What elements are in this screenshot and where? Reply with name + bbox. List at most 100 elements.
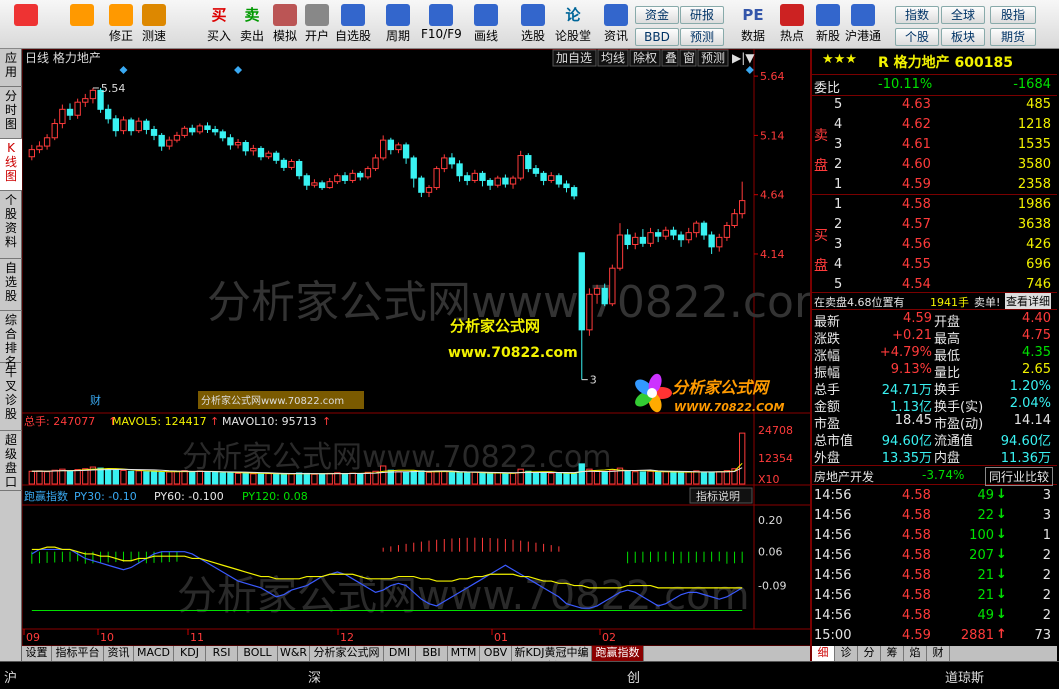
ask-row[interactable]: 2 4.60 3580 <box>812 155 1057 175</box>
volume-bar <box>464 472 471 485</box>
indicator-tab-1[interactable]: 指标平台 <box>52 646 104 661</box>
side-tab-1[interactable]: 分时图 <box>0 87 22 139</box>
quick-button-6[interactable]: 预测 <box>680 28 724 46</box>
indicator-tab-10[interactable]: BBI <box>416 646 448 661</box>
ask-row[interactable]: 3 4.61 1535 <box>812 135 1057 155</box>
stat-row: 市盈 18.45 市盈(动) 14.14 <box>812 413 1057 432</box>
indicator-tab-3[interactable]: MACD <box>134 646 174 661</box>
finance-mark[interactable]: 财 <box>90 393 101 407</box>
quick-button-2[interactable]: 指数 <box>895 6 939 24</box>
volume-bar <box>670 471 677 485</box>
quick-button-8[interactable]: 板块 <box>941 28 985 46</box>
ind-legend-py60: PY60: -0.100 <box>154 490 224 503</box>
toolbar-button-9[interactable]: 周期 <box>378 2 418 47</box>
indicator-tab-9[interactable]: DMI <box>384 646 416 661</box>
toolbar-label: 周期 <box>385 29 410 43</box>
status-sh[interactable]: 沪 <box>4 667 17 686</box>
quick-button-4[interactable]: 股指 <box>990 6 1036 24</box>
tick-count: 3 <box>1042 508 1051 523</box>
toolbar-label: 数据 <box>740 29 765 43</box>
quick-button-7[interactable]: 个股 <box>895 28 939 46</box>
volume-bar <box>150 470 158 485</box>
toolbar-button-10[interactable]: F10/F9 <box>421 2 462 47</box>
toolbar-button-1[interactable] <box>60 2 104 47</box>
toolbar-label: 选股 <box>520 29 545 43</box>
toolbar-button-14[interactable]: 资讯 <box>596 2 636 47</box>
indicator-tab-13[interactable]: 新KDJ黄冠中编制 <box>512 646 592 673</box>
side-tab-2[interactable]: K线图 <box>0 139 22 191</box>
compare-button[interactable]: 同行业比较 <box>984 467 1053 486</box>
right-tab-0[interactable]: 细 <box>812 646 835 661</box>
side-tab-3[interactable]: 个股资料 <box>0 191 22 259</box>
toolbar-button-12[interactable]: 选股 <box>513 2 553 47</box>
logo-text: 分析家公式网 <box>672 378 771 397</box>
volume-bar <box>685 471 692 485</box>
status-sz[interactable]: 深 <box>308 667 321 686</box>
quick-button-0[interactable]: 资金 <box>635 6 679 24</box>
toolbar-button-11[interactable]: 画线 <box>466 2 506 47</box>
new-stock-icon <box>816 4 840 26</box>
volume-bar <box>105 468 112 485</box>
right-tab-4[interactable]: 焰 <box>904 646 927 661</box>
kline-chart-area[interactable]: 5.64 5.14 4.64 4.14 日线 格力地产 加自选 均线 除权叠窗预测 ▶|▼ 分析家… <box>21 48 837 647</box>
side-tab-5[interactable]: 综合排名 <box>0 311 22 369</box>
toolbar-label: 新股 <box>815 29 840 43</box>
toolbar-button-17[interactable]: 新股 <box>808 2 848 47</box>
bid-volume: 1986 <box>1017 197 1051 212</box>
indicator-tab-7[interactable]: W&R <box>278 646 310 661</box>
status-cy[interactable]: 创 <box>627 667 640 686</box>
weibi-label: 委比 <box>814 81 841 96</box>
stock-label: 日线 格力地产 <box>25 50 101 65</box>
volume-bar <box>196 470 204 485</box>
chart-svg[interactable]: 5.64 5.14 4.64 4.14 日线 格力地产 加自选 均线 除权叠窗预测 ▶|▼ 分析家… <box>21 48 837 647</box>
quick-button-9[interactable]: 期货 <box>990 28 1036 46</box>
right-tab-5[interactable]: 财 <box>927 646 950 661</box>
indicator-tab-14[interactable]: 跑赢指数 <box>592 646 644 661</box>
low-mark: 3 <box>590 374 597 387</box>
toolbar-button-7[interactable]: 开户 <box>297 2 337 47</box>
ask-row[interactable]: 5 4.63 485 <box>812 95 1057 115</box>
volume-bar <box>570 473 578 485</box>
small-link[interactable]: 分析家公式网www.70822.com <box>201 394 344 407</box>
right-tab-2[interactable]: 分 <box>858 646 881 661</box>
quick-button-3[interactable]: 全球 <box>941 6 985 24</box>
side-tab-4[interactable]: 自选股 <box>0 259 22 311</box>
order-detail-button[interactable]: 查看详细 <box>1005 293 1051 309</box>
indicator-tab-2[interactable]: 资讯 <box>104 646 134 661</box>
bid-row[interactable]: 1 4.58 1986 <box>812 195 1057 215</box>
right-tab-1[interactable]: 诊 <box>835 646 858 661</box>
right-tab-3[interactable]: 筹 <box>881 646 904 661</box>
ask-row[interactable]: 4 4.62 1218 <box>812 115 1057 135</box>
toolbar-button-8[interactable]: 自选股 <box>333 2 373 47</box>
arrow-menu-icon[interactable]: ▶|▼ <box>732 51 755 65</box>
bid-row[interactable]: 4 4.55 696 <box>812 255 1057 275</box>
indicator-tab-5[interactable]: RSI <box>206 646 238 661</box>
bid-row[interactable]: 3 4.56 426 <box>812 235 1057 255</box>
bid-level: 5 <box>834 277 843 292</box>
toolbar-button-18[interactable]: 沪港通 <box>843 2 883 47</box>
toolbar-button-13[interactable]: 论论股堂 <box>553 2 593 47</box>
toolbar-button-15[interactable]: PE 数据 <box>733 2 773 47</box>
quick-button-1[interactable]: 研报 <box>680 6 724 24</box>
status-dji[interactable]: 道琼斯 <box>945 667 984 686</box>
toolbar-button-0[interactable] <box>4 2 48 47</box>
toolbar-button-16[interactable]: 热点 <box>772 2 812 47</box>
side-tab-7[interactable]: 超级盘口 <box>0 431 22 491</box>
bid-row[interactable]: 2 4.57 3638 <box>812 215 1057 235</box>
sector-row[interactable]: 房地产开发 -3.74% 同行业比较 <box>812 465 1057 486</box>
indicator-tab-8[interactable]: 分析家公式网 <box>310 646 384 661</box>
side-tab-6[interactable]: 牛叉诊股 <box>0 363 22 431</box>
indicator-tab-0[interactable]: 设置 <box>22 646 52 661</box>
volume-bar <box>127 470 135 485</box>
toolbar-button-3[interactable]: 测速 <box>134 2 174 47</box>
order-alert-row[interactable]: 在卖盘4.68位置有 1941手 卖单! 查看详细 <box>812 292 1057 310</box>
tick-row: 15:00 4.59 2881 ↑ 73 <box>812 626 1057 646</box>
chart-button-label: 预测 <box>701 51 725 65</box>
indicator-tab-11[interactable]: MTM <box>448 646 480 661</box>
indicator-tab-12[interactable]: OBV <box>480 646 512 661</box>
indicator-tab-4[interactable]: KDJ <box>174 646 206 661</box>
quick-button-5[interactable]: BBD <box>635 28 679 46</box>
ask-row[interactable]: 1 4.59 2358 <box>812 175 1057 195</box>
indicator-tab-6[interactable]: BOLL <box>238 646 278 661</box>
side-tab-0[interactable]: 应用 <box>0 49 22 87</box>
